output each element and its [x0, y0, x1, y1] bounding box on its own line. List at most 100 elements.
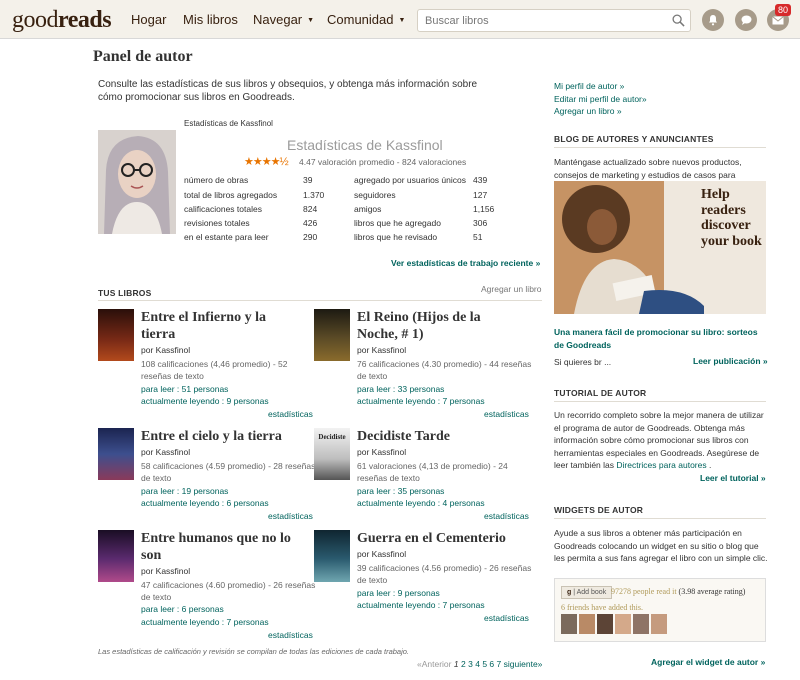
pager-page[interactable]: 5 — [482, 659, 487, 669]
avatar[interactable] — [633, 614, 649, 634]
book-author: por Kassfinol — [141, 447, 191, 457]
read-post-link[interactable]: Leer publicación » — [693, 356, 768, 366]
widgets-heading: WIDGETS DE AUTOR — [554, 505, 644, 515]
book-title[interactable]: Entre humanos que no lo son — [141, 530, 291, 564]
book-cover[interactable] — [314, 530, 350, 582]
book-ratings: 76 calificaciones (4.30 promedio) - 44 r… — [357, 359, 532, 381]
stat-label: total de libros agregados — [184, 190, 278, 200]
stat-value: 1,156 — [473, 204, 495, 214]
book-title[interactable]: Guerra en el Cementerio — [357, 530, 506, 547]
add-widget-link[interactable]: Agregar el widget de autor » — [651, 657, 765, 667]
page-title: Panel de autor — [93, 48, 193, 65]
stats-title: Estadísticas de Kassfinol — [287, 137, 443, 153]
intro-text: Consulte las estadísticas de sus libros … — [98, 79, 478, 103]
rating-summary: 4.47 valoración promedio - 824 valoracio… — [299, 157, 467, 167]
pager-page[interactable]: 3 — [468, 659, 473, 669]
avatar[interactable] — [615, 614, 631, 634]
add-book-link[interactable]: Agregar un libro — [481, 284, 541, 294]
goodreads-g-icon: g — [567, 589, 572, 596]
search-box — [417, 9, 691, 32]
pager-page[interactable]: 2 — [461, 659, 466, 669]
stat-label: número de obras — [184, 175, 249, 185]
stat-label: calificaciones totales — [184, 204, 262, 214]
notification-count-badge: 80 — [775, 4, 792, 16]
author-guidelines-link[interactable]: Directrices para autores — [616, 460, 706, 470]
book-cover[interactable] — [98, 309, 134, 361]
divider — [98, 300, 542, 301]
book-stats-link[interactable]: estadísticas — [484, 409, 529, 419]
author-photo[interactable] — [98, 130, 176, 234]
book-stats-link[interactable]: estadísticas — [484, 511, 529, 521]
pagination: «Anterior 1 2 3 4 5 6 7 siguiente» — [417, 659, 542, 669]
to-read-link[interactable]: para leer : 9 personas — [357, 588, 440, 598]
book-stats-link[interactable]: estadísticas — [268, 409, 313, 419]
search-input[interactable] — [418, 10, 658, 31]
read-tutorial-link[interactable]: Leer el tutorial » — [700, 473, 766, 483]
book-title[interactable]: Entre el cielo y la tierra — [141, 428, 282, 445]
stat-value: 51 — [473, 232, 483, 242]
divider — [554, 401, 766, 402]
stat-value: 127 — [473, 190, 488, 200]
book-author: por Kassfinol — [357, 447, 407, 457]
currently-reading-link[interactable]: actualmente leyendo : 7 personas — [141, 617, 269, 627]
avatar[interactable] — [651, 614, 667, 634]
search-icon[interactable] — [672, 14, 685, 27]
my-author-profile-link[interactable]: Mi perfil de autor » — [554, 80, 647, 93]
nav-my-books[interactable]: Mis libros — [183, 12, 238, 27]
author-links: Mi perfil de autor » Editar mi perfil de… — [554, 80, 647, 118]
stats-small-label: Estadísticas de Kassfinol — [184, 119, 273, 128]
edit-author-profile-link[interactable]: Editar mi perfil de autor» — [554, 93, 647, 106]
book-cover[interactable] — [314, 309, 350, 361]
nav-home[interactable]: Hogar — [131, 12, 166, 27]
stat-value: 426 — [303, 218, 318, 228]
pager-page[interactable]: 7 — [497, 659, 502, 669]
currently-reading-link[interactable]: actualmente leyendo : 6 personas — [141, 498, 269, 508]
stat-value: 439 — [473, 175, 488, 185]
book-author: por Kassfinol — [141, 345, 191, 355]
to-read-link[interactable]: para leer : 33 personas — [357, 384, 444, 394]
book-stats-link[interactable]: estadísticas — [268, 511, 313, 521]
blog-post-title-link[interactable]: Una manera fácil de promocionar su libro… — [554, 326, 758, 351]
book-cover[interactable] — [98, 530, 134, 582]
nav-browse[interactable]: Navegar ▼ — [253, 12, 314, 27]
add-book-widget-button[interactable]: g | Add book — [561, 586, 613, 599]
pager-page[interactable]: 4 — [475, 659, 480, 669]
avatar[interactable] — [597, 614, 613, 634]
pager-page[interactable]: 6 — [489, 659, 494, 669]
to-read-link[interactable]: para leer : 51 personas — [141, 384, 228, 394]
divider — [554, 518, 766, 519]
book-cover[interactable] — [98, 428, 134, 480]
promo-image-caption: Help readers discover your book — [701, 187, 762, 249]
goodreads-logo[interactable]: goodreads — [12, 7, 112, 34]
pager-page-current: 1 — [453, 659, 459, 669]
to-read-link[interactable]: para leer : 35 personas — [357, 486, 444, 496]
top-header: goodreads Hogar Mis libros Navegar ▼ Comu… — [0, 0, 800, 39]
pager-next[interactable]: siguiente» — [504, 659, 543, 669]
widget-friends-added: 6 friends have added this. — [561, 603, 643, 612]
currently-reading-link[interactable]: actualmente leyendo : 9 personas — [141, 396, 269, 406]
stat-value: 824 — [303, 204, 318, 214]
book-stats-link[interactable]: estadísticas — [268, 630, 313, 640]
to-read-link[interactable]: para leer : 19 personas — [141, 486, 228, 496]
nav-community[interactable]: Comunidad ▼ — [327, 12, 405, 27]
blog-teaser: Si quieres br ... — [554, 357, 612, 367]
avatar[interactable] — [579, 614, 595, 634]
book-author: por Kassfinol — [141, 566, 191, 576]
book-title[interactable]: Entre el Infierno y la tierra — [141, 309, 266, 343]
discussions-icon[interactable] — [735, 9, 757, 31]
widgets-description: Ayude a sus libros a obtener más partici… — [554, 528, 768, 563]
recent-stats-link[interactable]: Ver estadísticas de trabajo reciente » — [391, 258, 540, 268]
book-author: por Kassfinol — [357, 549, 407, 559]
currently-reading-link[interactable]: actualmente leyendo : 7 personas — [357, 396, 485, 406]
to-read-link[interactable]: para leer : 6 personas — [141, 604, 224, 614]
book-title[interactable]: El Reino (Hijos de la Noche, # 1) — [357, 309, 481, 343]
add-book-link[interactable]: Agregar un libro » — [554, 105, 647, 118]
book-title[interactable]: Decidiste Tarde — [357, 428, 450, 445]
notifications-bell-icon[interactable] — [702, 9, 724, 31]
book-ratings: 58 calificaciones (4.59 promedio) - 28 r… — [141, 461, 316, 483]
book-cover[interactable]: Decidiste — [314, 428, 350, 480]
avatar[interactable] — [561, 614, 577, 634]
currently-reading-link[interactable]: actualmente leyendo : 4 personas — [357, 498, 485, 508]
book-stats-link[interactable]: estadísticas — [484, 613, 529, 623]
currently-reading-link[interactable]: actualmente leyendo : 7 personas — [357, 600, 485, 610]
